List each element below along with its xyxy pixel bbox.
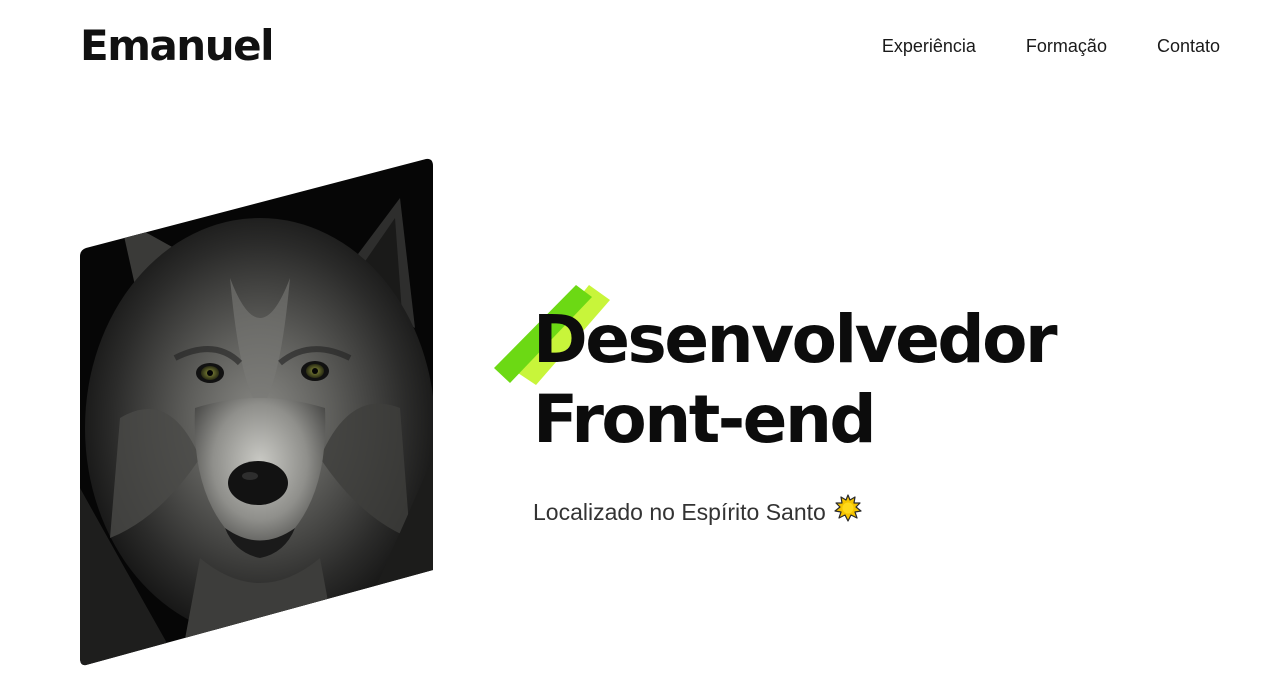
nav-link-formacao[interactable]: Formação	[1026, 34, 1107, 58]
location-text: Localizado no Espírito Santo	[533, 498, 826, 525]
nav-link-contato[interactable]: Contato	[1157, 34, 1220, 58]
location-line: Localizado no Espírito Santo	[533, 494, 862, 529]
site-logo[interactable]: Emanuel	[80, 18, 274, 74]
hero-headline: Desenvolvedor Front-end	[533, 300, 1058, 460]
headline-line-1: Desenvolvedor	[533, 301, 1058, 378]
main-nav: Experiência Formação Contato	[882, 34, 1220, 58]
site-header: Emanuel Experiência Formação Contato	[0, 0, 1278, 95]
nav-link-experiencia[interactable]: Experiência	[882, 34, 976, 58]
sun-icon	[834, 494, 862, 529]
headline-line-2: Front-end	[533, 381, 877, 458]
portfolio-page: Emanuel Experiência Formação Contato Des…	[0, 0, 1278, 684]
hero-wolf-image	[80, 158, 433, 666]
